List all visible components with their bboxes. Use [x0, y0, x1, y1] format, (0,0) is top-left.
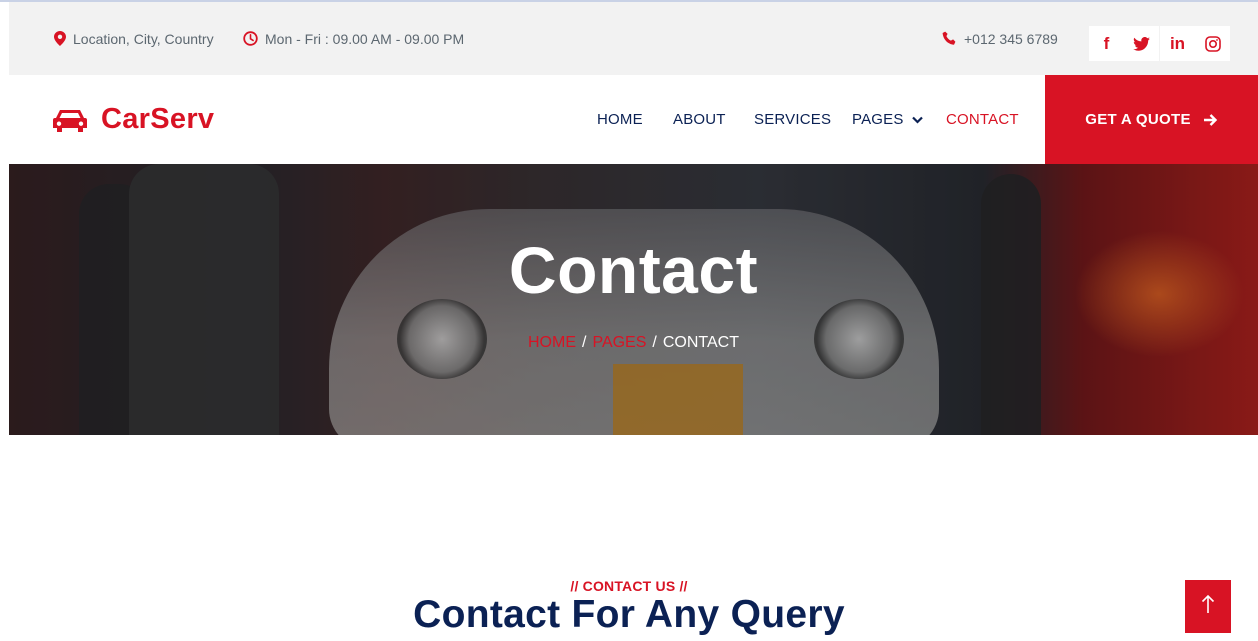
nav-pages-dropdown[interactable]: PAGES: [852, 75, 923, 164]
facebook-icon[interactable]: f: [1089, 26, 1124, 61]
phone-icon: [942, 31, 957, 46]
nav-about[interactable]: ABOUT: [673, 75, 726, 164]
main-navbar: CarServ HOME ABOUT SERVICES PAGES CONTAC…: [9, 75, 1258, 164]
chevron-down-icon: [911, 116, 923, 124]
get-a-quote-button[interactable]: GET A QUOTE: [1045, 75, 1258, 164]
map-marker-icon: [54, 31, 66, 46]
twitter-icon[interactable]: [1124, 26, 1159, 61]
section-subtitle: // CONTACT US //: [570, 578, 688, 594]
linkedin-icon[interactable]: in: [1160, 26, 1195, 61]
breadcrumb-separator: /: [582, 334, 587, 351]
brand-name: CarServ: [101, 103, 215, 135]
section-title: Contact For Any Query: [413, 593, 845, 636]
breadcrumb-separator: /: [652, 334, 657, 351]
phone-info[interactable]: +012 345 6789: [942, 2, 1058, 75]
page-title: Contact: [508, 233, 759, 307]
instagram-icon[interactable]: [1195, 26, 1230, 61]
breadcrumb: HOME / PAGES / CONTACT: [9, 334, 1258, 352]
top-info-bar: Location, City, Country Mon - Fri : 09.0…: [9, 2, 1258, 75]
breadcrumb-home[interactable]: HOME: [528, 334, 576, 351]
arrow-up-icon: [1201, 594, 1215, 619]
car-icon: [53, 107, 87, 133]
clock-icon: [243, 31, 258, 46]
location-text: Location, City, Country: [73, 30, 214, 47]
arrow-right-icon: [1203, 113, 1218, 127]
breadcrumb-pages[interactable]: PAGES: [592, 334, 646, 351]
page-header-hero: Contact HOME / PAGES / CONTACT: [9, 164, 1258, 435]
breadcrumb-current: CONTACT: [662, 334, 739, 351]
nav-home[interactable]: HOME: [597, 75, 643, 164]
hours-text: Mon - Fri : 09.00 AM - 09.00 PM: [265, 30, 465, 47]
location-info: Location, City, Country: [54, 2, 214, 75]
phone-text: +012 345 6789: [964, 30, 1058, 47]
get-a-quote-label: GET A QUOTE: [1085, 111, 1191, 128]
nav-pages-label: PAGES: [852, 111, 904, 128]
nav-services[interactable]: SERVICES: [754, 75, 831, 164]
nav-contact[interactable]: CONTACT: [946, 75, 1019, 164]
back-to-top-button[interactable]: [1185, 580, 1231, 633]
brand-logo[interactable]: CarServ: [53, 75, 214, 164]
hours-info: Mon - Fri : 09.00 AM - 09.00 PM: [243, 2, 464, 75]
